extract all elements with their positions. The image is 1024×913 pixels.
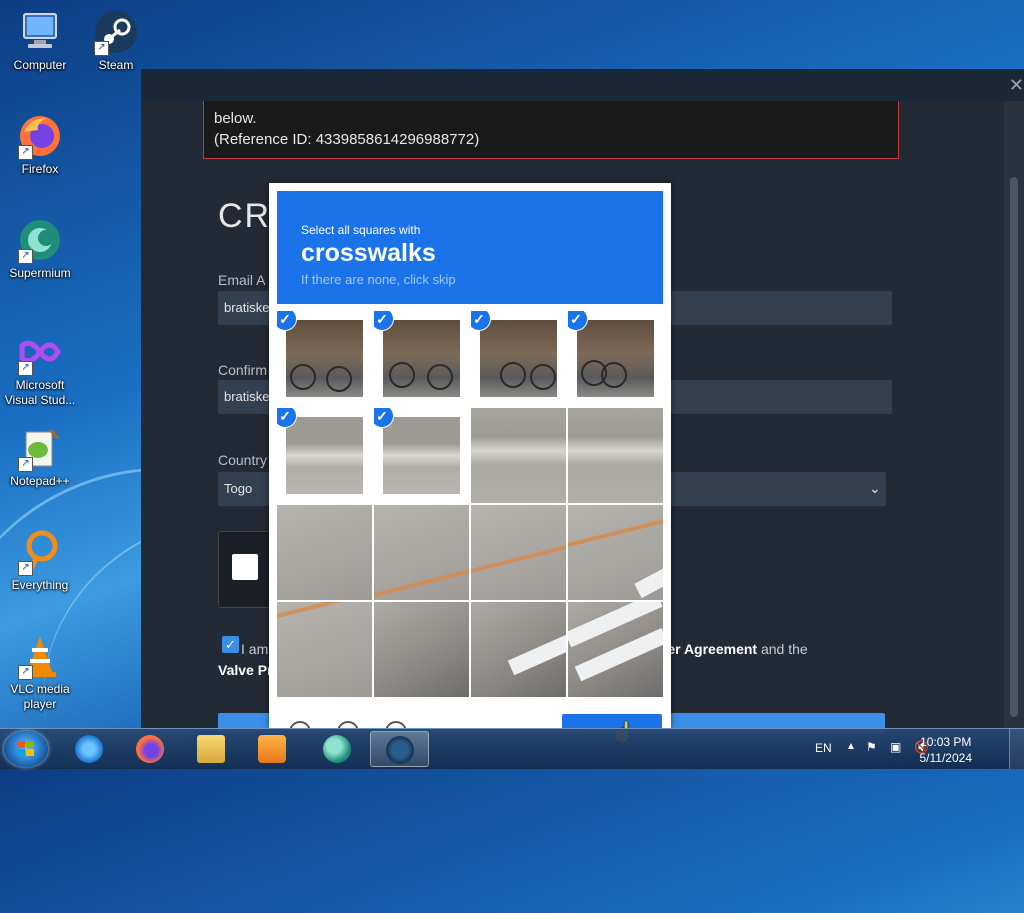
captcha-tile[interactable]: ✓ — [374, 311, 469, 406]
error-message: below. (Reference ID: 433985861429698877… — [203, 101, 899, 159]
recaptcha-checkbox[interactable] — [232, 554, 258, 580]
desktop-icon-supermium[interactable]: ↗ Supermium — [0, 216, 80, 281]
network-icon[interactable]: ▣ — [890, 740, 901, 754]
country-label: Country — [218, 452, 268, 468]
agree-suffix: and the — [757, 641, 808, 657]
clock-date: 5/11/2024 — [919, 751, 973, 765]
everything-search-icon: ↗ — [16, 528, 64, 576]
clock-time: 10:03 PM — [920, 735, 972, 749]
close-icon[interactable]: ✕ — [1009, 75, 1024, 96]
internet-explorer-icon — [75, 735, 103, 763]
email-label: Email A — [218, 272, 266, 288]
language-indicator[interactable]: EN — [815, 741, 832, 755]
captcha-tile[interactable]: ✓ — [568, 311, 663, 406]
confirm-email-label: Confirm — [218, 362, 268, 378]
desktop-icon-label: VLC media player — [10, 682, 70, 711]
show-desktop-button[interactable] — [1009, 729, 1024, 769]
steam-icon — [386, 736, 414, 764]
supermium-icon — [323, 735, 351, 763]
scrollbar-thumb[interactable] — [1010, 177, 1018, 717]
captcha-tile[interactable] — [471, 505, 566, 600]
desktop-icon-label: Everything — [11, 578, 69, 592]
captcha-tile[interactable] — [374, 505, 469, 600]
taskbar-explorer[interactable] — [184, 731, 238, 767]
shortcut-arrow-icon: ↗ — [18, 665, 33, 680]
desktop-icon-notepadpp[interactable]: ↗ Notepad++ — [0, 424, 80, 489]
desktop-icon-label: Supermium — [9, 266, 71, 280]
captcha-header: Select all squares with crosswalks If th… — [277, 191, 663, 304]
captcha-hint: If there are none, click skip — [301, 272, 456, 287]
captcha-tile[interactable]: ✓ — [277, 408, 372, 503]
captcha-tile[interactable] — [568, 505, 663, 600]
agree-prefix: I am — [241, 641, 269, 657]
taskbar-steam[interactable] — [370, 731, 429, 767]
desktop-icon-label: Computer — [13, 58, 67, 72]
taskbar-firefox[interactable] — [123, 731, 177, 767]
captcha-target: crosswalks — [301, 239, 436, 267]
captcha-tile[interactable] — [277, 602, 372, 697]
firefox-icon — [136, 735, 164, 763]
shortcut-arrow-icon: ↗ — [94, 41, 109, 56]
captcha-tile[interactable] — [471, 408, 566, 503]
desktop-icon-firefox[interactable]: ↗ Firefox — [0, 112, 80, 177]
privacy-link[interactable]: Valve Pr — [218, 662, 273, 678]
media-player-icon — [258, 735, 286, 763]
vlc-cone-icon: ↗ — [16, 632, 64, 680]
folder-icon — [197, 735, 225, 763]
refresh-icon[interactable] — [289, 721, 311, 728]
firefox-icon: ↗ — [16, 112, 64, 160]
scrollbar[interactable] — [1004, 101, 1024, 728]
captcha-grid: ✓ ✓ ✓ ✓ ✓ ✓ — [277, 311, 663, 697]
window-titlebar: ✕ — [141, 69, 1024, 101]
captcha-tile[interactable] — [374, 602, 469, 697]
captcha-tile[interactable] — [568, 408, 663, 503]
shortcut-arrow-icon: ↗ — [18, 145, 33, 160]
taskbar-supermium[interactable] — [310, 731, 364, 767]
supermium-icon: ↗ — [16, 216, 64, 264]
captcha-tile[interactable]: ✓ — [471, 311, 566, 406]
windows-logo-icon — [17, 741, 35, 757]
audio-icon[interactable] — [337, 721, 359, 728]
captcha-challenge: Select all squares with crosswalks If th… — [269, 183, 671, 728]
visual-studio-icon: ↗ — [16, 328, 64, 376]
captcha-instruction: Select all squares with — [301, 223, 421, 237]
start-button[interactable] — [4, 731, 48, 767]
captcha-tile[interactable] — [568, 602, 663, 697]
desktop-icon-everything[interactable]: ↗ Everything — [0, 528, 80, 593]
taskbar-media-player[interactable] — [245, 731, 299, 767]
desktop-icon-vlc[interactable]: ↗ VLC media player — [0, 632, 80, 712]
desktop-icon-label: Microsoft Visual Stud... — [4, 378, 76, 407]
notepadpp-icon: ↗ — [16, 424, 64, 472]
info-icon[interactable] — [385, 721, 407, 728]
system-clock[interactable]: 10:03 PM 5/11/2024 — [920, 734, 973, 766]
shortcut-arrow-icon: ↗ — [18, 457, 33, 472]
captcha-tile[interactable] — [277, 505, 372, 600]
computer-icon — [16, 8, 64, 56]
desktop-icon-visual-studio[interactable]: ↗ Microsoft Visual Stud... — [0, 328, 80, 408]
shortcut-arrow-icon: ↗ — [18, 561, 33, 576]
error-text: below. — [214, 110, 257, 127]
shortcut-arrow-icon: ↗ — [18, 249, 33, 264]
steam-icon: ↗ — [92, 8, 140, 56]
desktop-icon-computer[interactable]: Computer — [0, 8, 80, 73]
action-center-flag-icon[interactable]: ⚑ — [866, 740, 877, 754]
desktop-icon-label: Notepad++ — [10, 474, 70, 488]
captcha-tile[interactable]: ✓ — [277, 311, 372, 406]
desktop-icon-steam[interactable]: ↗ Steam — [76, 8, 156, 73]
taskbar-ie[interactable] — [62, 731, 116, 767]
captcha-tile[interactable]: ✓ — [374, 408, 469, 503]
captcha-tile[interactable] — [471, 602, 566, 697]
chevron-down-icon: ⌄ — [869, 480, 881, 496]
show-hidden-icons-icon[interactable]: ▲ — [846, 741, 856, 752]
desktop-icon-label: Firefox — [21, 162, 59, 176]
error-reference-id: (Reference ID: 4339858614296988772) — [214, 131, 480, 148]
agree-checkbox[interactable]: ✓ — [222, 636, 239, 653]
shortcut-arrow-icon: ↗ — [18, 361, 33, 376]
taskbar: EN ▲ ⚑ ▣ 🔇 10:03 PM 5/11/2024 — [0, 728, 1024, 769]
